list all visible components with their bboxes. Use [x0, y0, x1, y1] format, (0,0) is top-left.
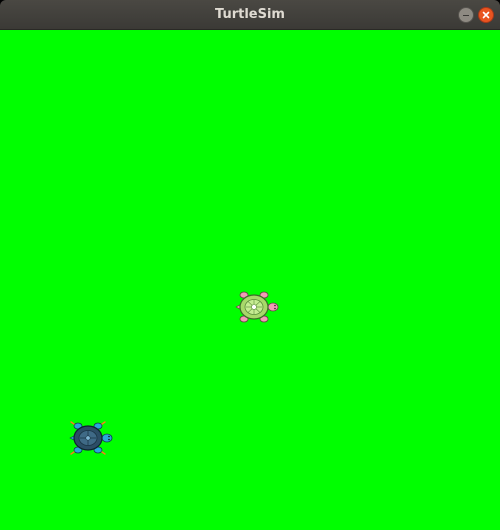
- title-bar[interactable]: TurtleSim: [0, 0, 500, 30]
- turtle-icon: [69, 421, 113, 455]
- window-title: TurtleSim: [215, 7, 285, 22]
- turtle-icon: [235, 291, 279, 323]
- minimize-button[interactable]: [458, 7, 474, 23]
- turtlesim-window: TurtleSim: [0, 0, 500, 530]
- close-button[interactable]: [478, 7, 494, 23]
- minimize-icon: [463, 14, 469, 16]
- close-icon: [482, 11, 490, 19]
- turtle-canvas: [0, 30, 500, 530]
